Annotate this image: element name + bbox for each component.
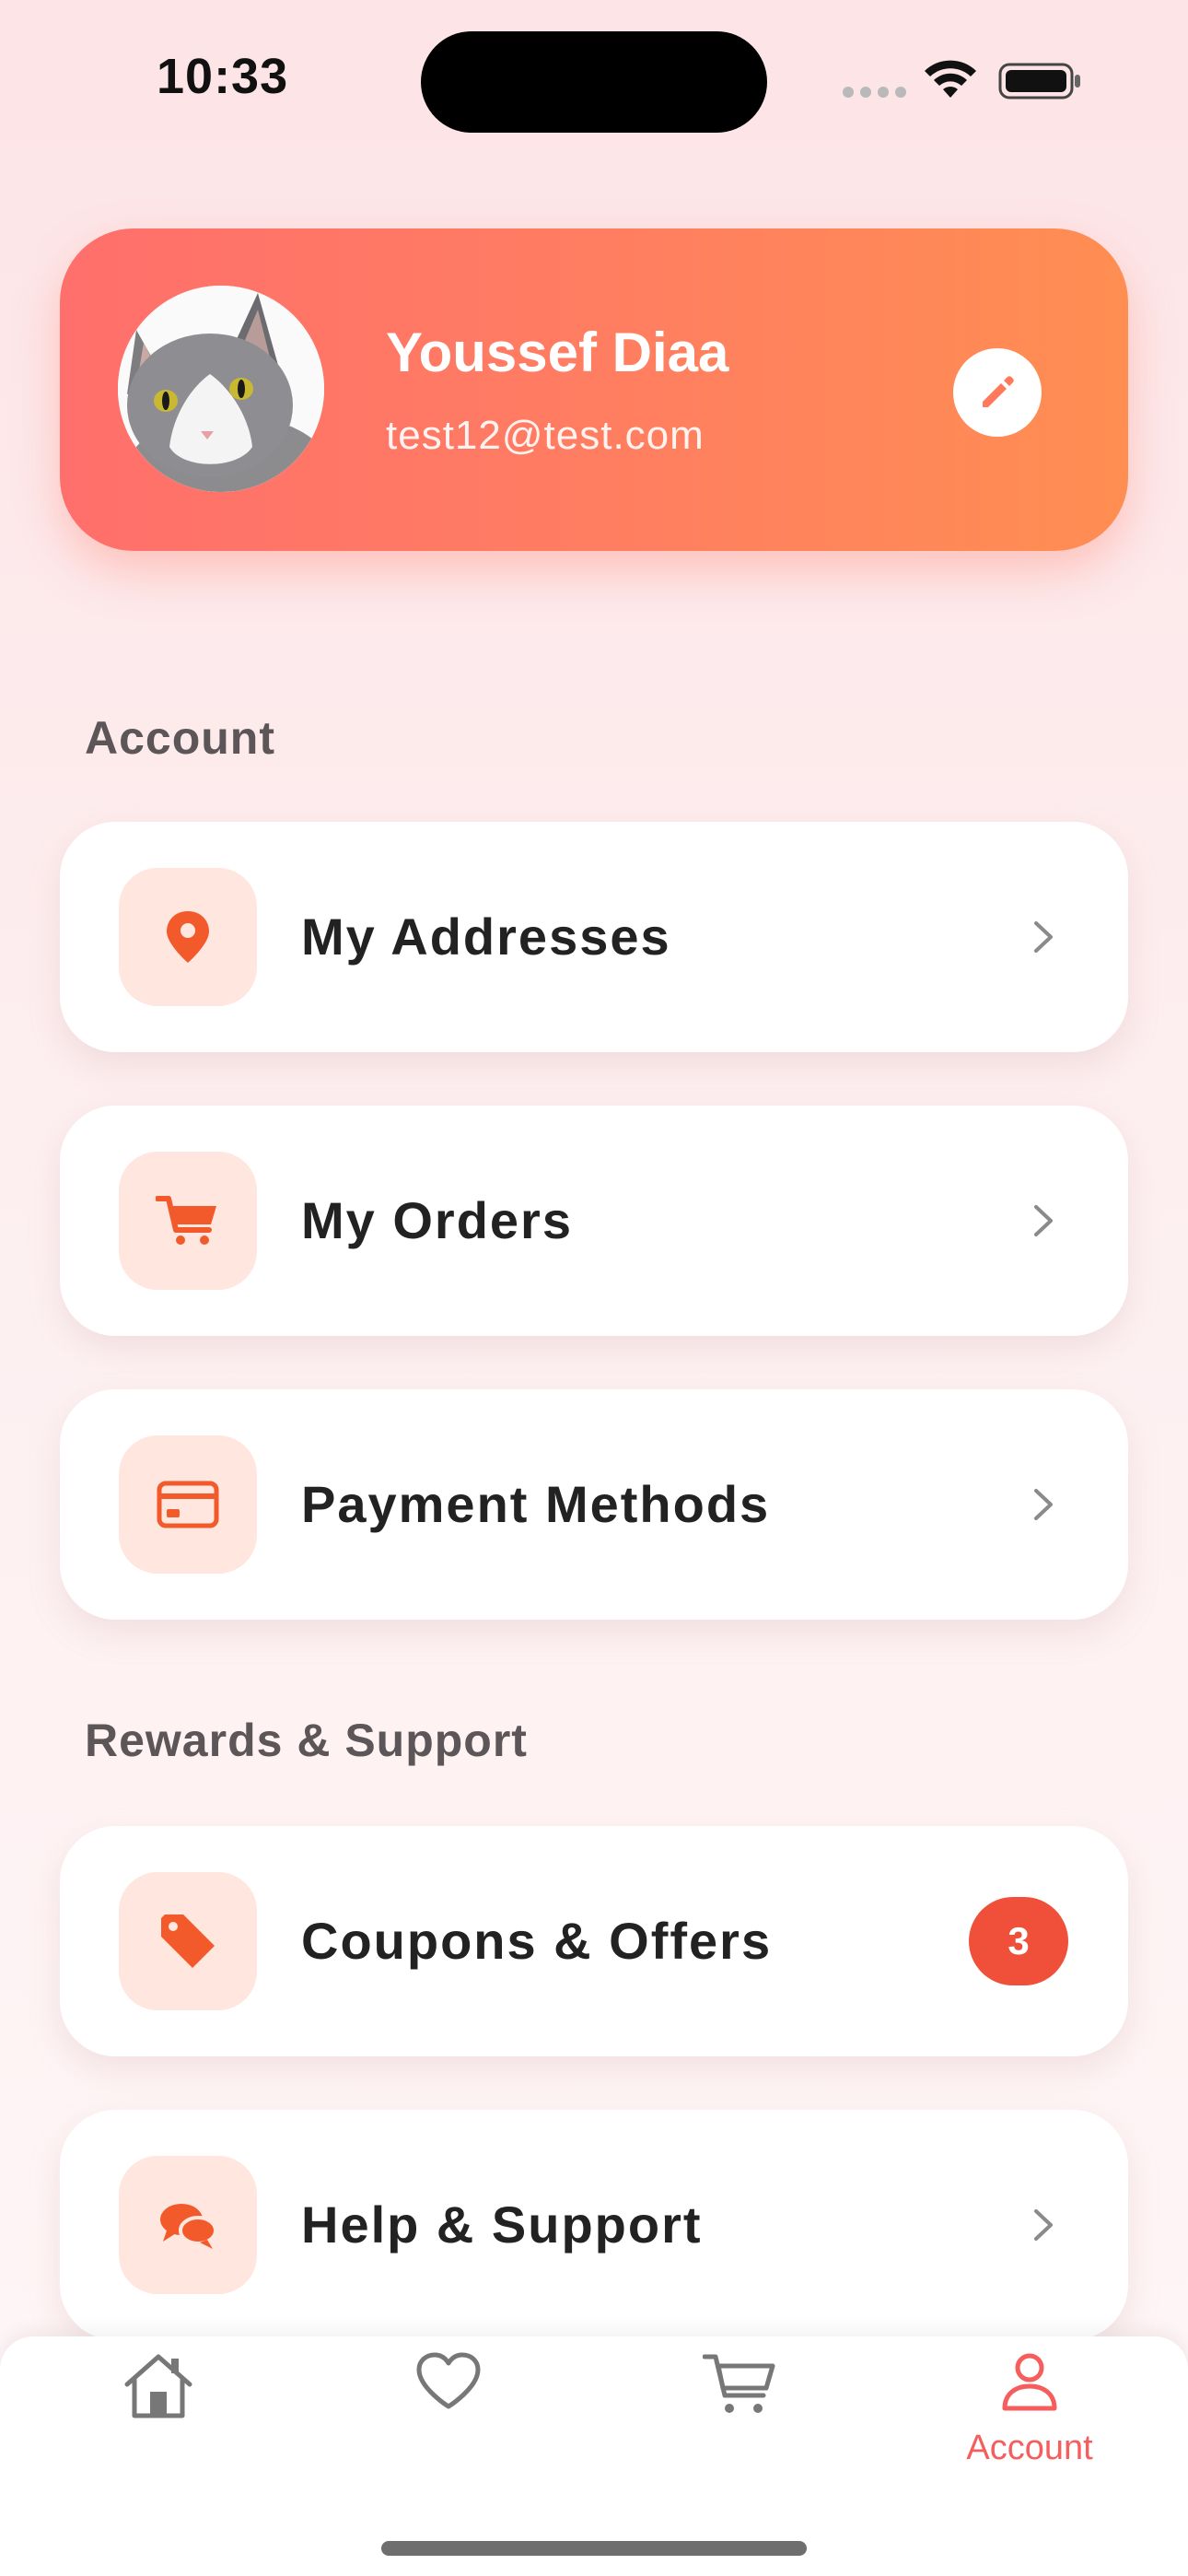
menu-label: My Orders bbox=[301, 1191, 573, 1249]
credit-card-icon bbox=[157, 1481, 219, 1528]
menu-icon-container bbox=[119, 1152, 257, 1290]
signal-icon bbox=[843, 87, 907, 98]
battery-icon bbox=[998, 63, 1080, 100]
home-icon bbox=[124, 2354, 192, 2418]
tab-cart[interactable] bbox=[647, 2336, 832, 2493]
tab-home[interactable] bbox=[66, 2336, 250, 2493]
person-icon bbox=[1002, 2353, 1057, 2411]
status-bar: 10:33 bbox=[0, 0, 1188, 157]
cart-icon bbox=[703, 2354, 775, 2413]
menu-icon-container bbox=[119, 1872, 257, 2010]
tab-favorites[interactable] bbox=[356, 2336, 541, 2493]
heart-icon bbox=[416, 2352, 481, 2409]
edit-pencil-icon bbox=[983, 376, 1014, 407]
edit-profile-button[interactable] bbox=[953, 348, 1042, 437]
user-email: test12@test.com bbox=[386, 413, 705, 458]
profile-card: Youssef Diaa test12@test.com bbox=[60, 228, 1128, 551]
user-name: Youssef Diaa bbox=[386, 322, 729, 383]
menu-label: Help & Support bbox=[301, 2195, 703, 2254]
section-title-account: Account bbox=[85, 712, 275, 764]
menu-label: Coupons & Offers bbox=[301, 1912, 773, 1970]
location-pin-icon bbox=[167, 911, 209, 963]
menu-icon-container bbox=[119, 868, 257, 1006]
chevron-right-icon bbox=[1034, 2209, 1053, 2241]
status-time: 10:33 bbox=[157, 49, 289, 104]
menu-item-addresses[interactable]: My Addresses bbox=[60, 822, 1128, 1052]
menu-item-payment-methods[interactable]: Payment Methods bbox=[60, 1389, 1128, 1620]
tag-icon bbox=[161, 1914, 215, 1968]
menu-label: Payment Methods bbox=[301, 1475, 771, 1533]
menu-item-coupons[interactable]: Coupons & Offers 3 bbox=[60, 1826, 1128, 2056]
tab-account-label: Account bbox=[966, 2429, 1093, 2467]
chevron-right-icon bbox=[1034, 921, 1053, 953]
menu-icon-container bbox=[119, 1435, 257, 1574]
menu-label: My Addresses bbox=[301, 907, 671, 966]
coupons-count-badge: 3 bbox=[969, 1897, 1068, 1985]
chevron-right-icon bbox=[1034, 1205, 1053, 1236]
tab-account[interactable]: Account bbox=[938, 2336, 1122, 2493]
avatar[interactable] bbox=[118, 286, 324, 492]
section-title-rewards: Rewards & Support bbox=[85, 1715, 528, 1766]
chevron-right-icon bbox=[1034, 1489, 1053, 1520]
menu-icon-container bbox=[119, 2156, 257, 2294]
menu-item-orders[interactable]: My Orders bbox=[60, 1106, 1128, 1336]
cat-avatar-image bbox=[118, 286, 324, 492]
bottom-tab-bar: Account bbox=[0, 2336, 1188, 2576]
wifi-icon bbox=[925, 60, 976, 98]
dynamic-island bbox=[421, 31, 767, 133]
menu-item-help-support[interactable]: Help & Support bbox=[60, 2110, 1128, 2340]
chat-bubbles-icon bbox=[160, 2204, 217, 2249]
cart-icon bbox=[156, 1196, 216, 1245]
home-indicator bbox=[381, 2541, 807, 2556]
